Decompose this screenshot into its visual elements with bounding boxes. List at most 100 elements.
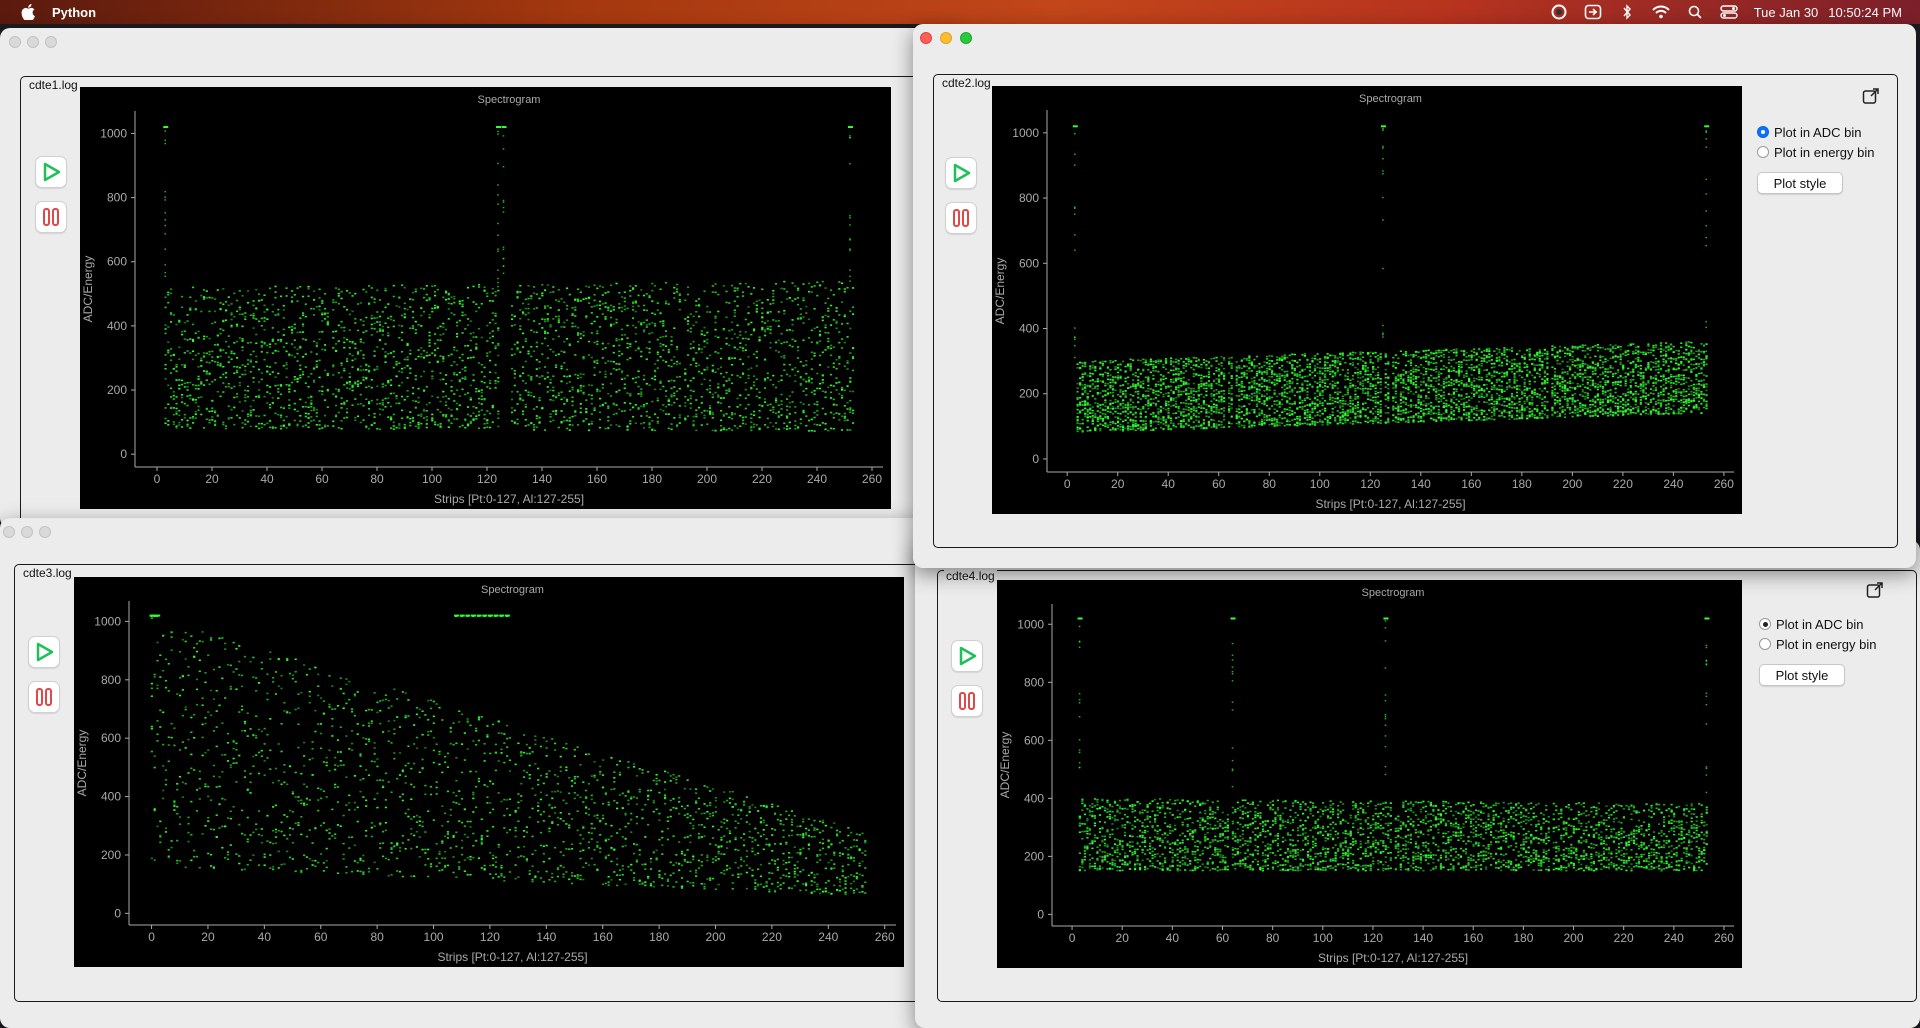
data-point bbox=[150, 727, 153, 730]
play-button[interactable] bbox=[35, 156, 67, 188]
data-point bbox=[851, 287, 855, 289]
data-point bbox=[508, 829, 512, 831]
data-point bbox=[573, 875, 576, 877]
data-point bbox=[562, 854, 565, 857]
data-point bbox=[835, 367, 838, 370]
data-point bbox=[427, 875, 430, 878]
data-point bbox=[224, 753, 227, 756]
data-point bbox=[315, 408, 318, 411]
data-point bbox=[755, 310, 758, 313]
data-point bbox=[546, 320, 549, 322]
data-point bbox=[348, 847, 351, 849]
data-point bbox=[587, 429, 591, 432]
data-point bbox=[788, 413, 791, 415]
data-point bbox=[304, 415, 307, 418]
data-point bbox=[524, 389, 527, 392]
spectrogram-plot[interactable]: Spectrogram 0 20 40 60 80 100 120 140 160 180 200 22… bbox=[74, 577, 904, 967]
data-point bbox=[433, 291, 437, 293]
data-point bbox=[463, 870, 466, 873]
cpu-monitor-icon[interactable] bbox=[1550, 4, 1568, 20]
data-point bbox=[294, 680, 297, 683]
data-point bbox=[272, 842, 275, 845]
wifi-icon[interactable] bbox=[1651, 4, 1670, 20]
data-point bbox=[631, 377, 635, 380]
menu-clock[interactable]: Tue Jan 30 10:50:24 PM bbox=[1754, 5, 1902, 20]
data-point bbox=[164, 779, 168, 781]
data-point bbox=[348, 383, 351, 385]
data-point bbox=[323, 425, 327, 428]
data-point bbox=[772, 295, 775, 298]
pause-button[interactable] bbox=[28, 681, 60, 713]
bluetooth-icon[interactable] bbox=[1618, 4, 1636, 20]
search-icon[interactable] bbox=[1686, 4, 1704, 20]
close-window-button[interactable] bbox=[3, 526, 15, 538]
data-point bbox=[497, 184, 499, 186]
data-point bbox=[658, 791, 661, 794]
data-point bbox=[159, 726, 162, 728]
app-name[interactable]: Python bbox=[52, 5, 96, 20]
data-point bbox=[771, 872, 774, 875]
data-point bbox=[835, 327, 838, 330]
data-point bbox=[537, 802, 540, 804]
data-point bbox=[530, 391, 533, 394]
data-point bbox=[785, 415, 789, 418]
data-point bbox=[740, 818, 743, 820]
data-point bbox=[392, 319, 395, 322]
data-point bbox=[513, 409, 516, 412]
data-point bbox=[296, 331, 299, 334]
data-point bbox=[356, 385, 360, 387]
data-point bbox=[763, 378, 767, 380]
data-point bbox=[733, 309, 736, 312]
data-point bbox=[209, 637, 213, 639]
data-point bbox=[475, 727, 478, 730]
data-point bbox=[370, 386, 373, 389]
data-point bbox=[226, 858, 230, 861]
data-point bbox=[439, 355, 442, 357]
zoom-window-button[interactable] bbox=[45, 36, 57, 48]
data-point bbox=[725, 380, 728, 382]
data-point bbox=[252, 327, 255, 329]
data-point bbox=[522, 845, 526, 848]
zoom-window-button[interactable] bbox=[39, 526, 51, 538]
data-point bbox=[774, 349, 778, 352]
minimize-window-button[interactable] bbox=[21, 526, 33, 538]
screen-share-icon[interactable] bbox=[1584, 4, 1602, 20]
data-point bbox=[627, 799, 630, 802]
control-center-icon[interactable] bbox=[1720, 4, 1738, 20]
data-point bbox=[779, 884, 782, 886]
data-point bbox=[413, 762, 416, 765]
data-point bbox=[516, 290, 519, 293]
minimize-window-button[interactable] bbox=[27, 36, 39, 48]
data-point bbox=[840, 301, 844, 303]
close-window-button[interactable] bbox=[9, 36, 21, 48]
data-point bbox=[664, 281, 668, 284]
data-point bbox=[340, 403, 343, 405]
data-point bbox=[598, 300, 602, 303]
spectrogram-plot[interactable]: Spectrogram 0 20 40 60 80 100 120 140 160 180 200 22… bbox=[80, 87, 891, 509]
data-point bbox=[658, 812, 661, 815]
data-point bbox=[659, 382, 662, 384]
play-button[interactable] bbox=[28, 636, 60, 668]
titlebar[interactable] bbox=[0, 518, 960, 546]
data-point bbox=[692, 827, 695, 830]
data-point bbox=[796, 867, 799, 869]
titlebar[interactable] bbox=[0, 28, 960, 56]
apple-icon[interactable] bbox=[20, 4, 36, 20]
data-point bbox=[683, 854, 686, 857]
data-point bbox=[409, 421, 412, 424]
data-point bbox=[332, 364, 335, 367]
data-point bbox=[634, 422, 637, 424]
data-point bbox=[241, 325, 244, 328]
data-point bbox=[750, 293, 753, 295]
data-point bbox=[407, 762, 410, 765]
data-point bbox=[280, 863, 283, 866]
data-point bbox=[613, 788, 616, 790]
data-point bbox=[291, 858, 294, 860]
data-point bbox=[502, 272, 505, 274]
data-point bbox=[548, 857, 551, 860]
data-point bbox=[340, 407, 343, 409]
data-point bbox=[613, 848, 616, 851]
data-point bbox=[708, 387, 712, 390]
data-point bbox=[475, 390, 478, 393]
pause-button[interactable] bbox=[35, 201, 67, 233]
